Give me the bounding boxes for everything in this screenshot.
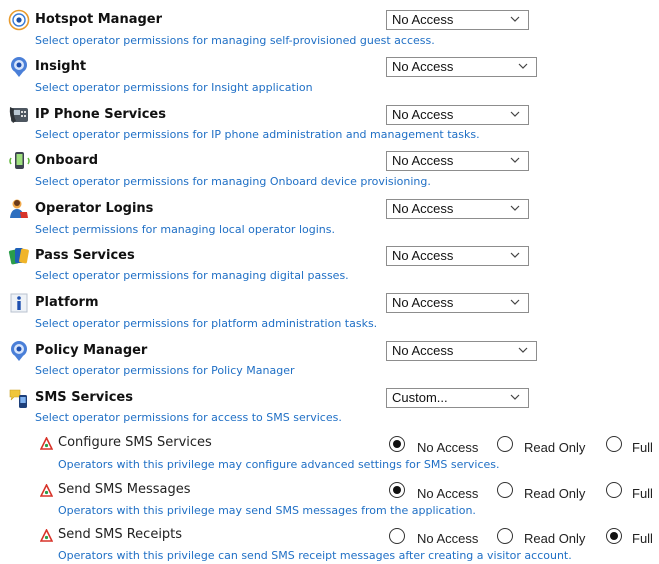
- policy-manager-icon: [11, 341, 27, 361]
- privilege-triangle-icon: [40, 484, 53, 497]
- radio-full[interactable]: [606, 436, 622, 452]
- radio-no-access[interactable]: [389, 436, 405, 452]
- chevron-down-icon: [510, 252, 520, 258]
- radio-no-access[interactable]: [389, 528, 405, 544]
- platform-info-icon: [10, 293, 28, 313]
- radio-label-read-only: Read Only: [524, 531, 586, 546]
- operator-logins-permission-select[interactable]: No Access: [386, 199, 529, 219]
- section-description: Select operator permissions for Insight …: [35, 81, 313, 94]
- privilege-description: Operators with this privilege may send S…: [58, 504, 476, 517]
- select-value: No Access: [392, 248, 454, 263]
- section-description: Select operator permissions for Policy M…: [35, 364, 295, 377]
- select-value: No Access: [392, 12, 454, 27]
- section-title: Pass Services: [35, 248, 135, 263]
- section-title: Insight: [35, 59, 87, 74]
- platform-permission-select[interactable]: No Access: [386, 293, 529, 313]
- section-description: Select operator permissions for managing…: [35, 34, 435, 47]
- radio-full[interactable]: [606, 482, 622, 498]
- select-value: Custom...: [392, 390, 448, 405]
- radio-label-read-only: Read Only: [524, 440, 586, 455]
- section-title: Hotspot Manager: [35, 12, 163, 27]
- section-description: Select permissions for managing local op…: [35, 223, 335, 236]
- section-title: IP Phone Services: [35, 107, 166, 122]
- radio-label-no-access: No Access: [417, 440, 479, 455]
- section-description: Select operator permissions for access t…: [35, 411, 342, 424]
- sms-services-icon: [9, 389, 27, 408]
- policy-manager-permission-select[interactable]: No Access: [386, 341, 537, 361]
- section-description: Select operator permissions for managing…: [35, 175, 431, 188]
- section-description: Select operator permissions for managing…: [35, 269, 349, 282]
- section-description: Select operator permissions for platform…: [35, 317, 378, 330]
- radio-label-full: Full: [632, 440, 653, 455]
- select-value: No Access: [392, 59, 454, 74]
- select-value: No Access: [392, 343, 454, 358]
- section-description: Select operator permissions for IP phone…: [35, 128, 480, 141]
- privilege-triangle-icon: [40, 437, 53, 450]
- ip-phone-icon: [9, 107, 28, 123]
- section-title: SMS Services: [35, 390, 133, 405]
- radio-read-only[interactable]: [497, 436, 513, 452]
- section-title: Platform: [35, 295, 99, 310]
- radio-label-no-access: No Access: [417, 486, 479, 501]
- ip-phone-services-permission-select[interactable]: No Access: [386, 105, 529, 125]
- radio-full[interactable]: [606, 528, 622, 544]
- pass-services-permission-select[interactable]: No Access: [386, 246, 529, 266]
- chevron-down-icon: [518, 347, 528, 353]
- privilege-description: Operators with this privilege may config…: [58, 458, 500, 471]
- onboard-permission-select[interactable]: No Access: [386, 151, 529, 171]
- privilege-description: Operators with this privilege can send S…: [58, 549, 572, 562]
- privilege-triangle-icon: [40, 529, 53, 542]
- hotspot-manager-permission-select[interactable]: No Access: [386, 10, 529, 30]
- privilege-title: Send SMS Messages: [58, 482, 191, 497]
- insight-icon: [11, 57, 27, 77]
- chevron-down-icon: [510, 157, 520, 163]
- radio-label-no-access: No Access: [417, 531, 479, 546]
- privilege-title: Configure SMS Services: [58, 435, 212, 450]
- select-value: No Access: [392, 201, 454, 216]
- radio-label-full: Full: [632, 531, 653, 546]
- chevron-down-icon: [510, 205, 520, 211]
- section-title: Onboard: [35, 153, 99, 168]
- section-title: Operator Logins: [35, 201, 154, 216]
- chevron-down-icon: [510, 16, 520, 22]
- radio-no-access[interactable]: [389, 482, 405, 498]
- radio-label-read-only: Read Only: [524, 486, 586, 501]
- insight-permission-select[interactable]: No Access: [386, 57, 537, 77]
- select-value: No Access: [392, 295, 454, 310]
- sms-services-permission-select[interactable]: Custom...: [386, 388, 529, 408]
- chevron-down-icon: [510, 111, 520, 117]
- radio-label-full: Full: [632, 486, 653, 501]
- chevron-down-icon: [510, 299, 520, 305]
- hotspot-icon: [8, 9, 30, 31]
- chevron-down-icon: [510, 394, 520, 400]
- operator-logins-icon: [10, 199, 28, 218]
- pass-services-icon: [8, 248, 29, 265]
- radio-read-only[interactable]: [497, 482, 513, 498]
- select-value: No Access: [392, 107, 454, 122]
- section-title: Policy Manager: [35, 343, 148, 358]
- privilege-title: Send SMS Receipts: [58, 527, 183, 542]
- onboard-icon: [9, 152, 30, 169]
- chevron-down-icon: [518, 63, 528, 69]
- select-value: No Access: [392, 153, 454, 168]
- radio-read-only[interactable]: [497, 528, 513, 544]
